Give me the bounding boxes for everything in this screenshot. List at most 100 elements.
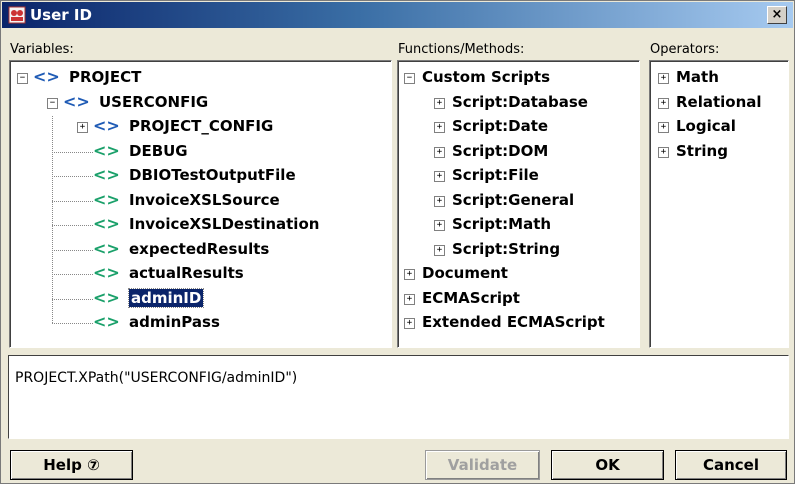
expression-text: PROJECT.XPath("USERCONFIG/adminID"): [15, 370, 298, 386]
function-label: Script:Date: [452, 117, 549, 135]
expand-toggle-icon[interactable]: +: [404, 293, 415, 305]
variable-icon: <>: [93, 214, 120, 233]
variable-icon: <>: [93, 189, 120, 209]
variable-label: adminPass: [129, 313, 220, 331]
variables-tree-panel[interactable]: − <> PROJECT − <> USERCONFIG + <> PROJECT_CONFIG…: [9, 60, 392, 348]
variable-label: expectedResults: [129, 239, 270, 258]
function-label: Extended ECMAScript: [422, 313, 605, 331]
variable-label: actualResults: [129, 264, 244, 282]
expression-textarea[interactable]: PROJECT.XPath("USERCONFIG/adminID"): [8, 355, 789, 439]
variables-tree-node[interactable]: <> DEBUG: [10, 141, 390, 163]
operators-tree-node[interactable]: + Math: [650, 67, 786, 89]
expand-toggle-icon[interactable]: +: [658, 122, 669, 133]
tree-connector: [52, 225, 93, 226]
functions-tree-node[interactable]: + Document: [398, 263, 638, 285]
functions-tree-node[interactable]: + Script:Date: [398, 116, 638, 138]
expand-toggle-icon[interactable]: +: [404, 269, 415, 280]
variables-tree-node[interactable]: <> expectedResults: [10, 239, 390, 261]
operators-tree-node[interactable]: + Logical: [650, 116, 786, 138]
expand-toggle-icon[interactable]: +: [658, 146, 669, 158]
variables-tree-node[interactable]: <> InvoiceXSLSource: [10, 190, 390, 212]
functions-tree-node[interactable]: + Script:File: [398, 165, 638, 187]
function-label: Script:Math: [452, 215, 552, 233]
variable-icon: <>: [33, 67, 60, 86]
expand-toggle-icon[interactable]: +: [404, 318, 415, 329]
variables-tree-node[interactable]: <> adminID: [10, 287, 390, 310]
help-button[interactable]: Help ⑦: [10, 450, 133, 480]
operators-label: Operators:: [650, 42, 720, 57]
functions-tree-node[interactable]: + ECMAScript: [398, 288, 638, 310]
ok-button[interactable]: OK: [551, 450, 664, 480]
expand-toggle-icon[interactable]: +: [434, 244, 445, 256]
app-icon: [8, 6, 26, 24]
collapse-toggle-icon[interactable]: −: [47, 97, 58, 109]
tree-connector: [52, 274, 93, 275]
tree-connector: [52, 249, 93, 251]
functions-label: Functions/Methods:: [398, 42, 525, 57]
variable-label: InvoiceXSLDestination: [129, 215, 320, 233]
functions-tree-node[interactable]: + Extended ECMAScript: [398, 312, 638, 334]
close-button[interactable]: ×: [767, 6, 787, 24]
collapse-toggle-icon[interactable]: −: [17, 73, 28, 84]
variables-tree-node[interactable]: <> actualResults: [10, 263, 390, 285]
expand-toggle-icon[interactable]: +: [434, 146, 445, 158]
variable-label: PROJECT: [69, 68, 142, 86]
variable-label: adminID: [127, 287, 205, 308]
close-icon: ×: [771, 7, 783, 22]
functions-tree-node[interactable]: + Script:DOM: [398, 141, 638, 163]
expand-toggle-icon[interactable]: +: [658, 97, 669, 109]
function-label: Document: [422, 264, 508, 282]
variable-icon: <>: [93, 238, 120, 258]
functions-tree-node[interactable]: + Script:String: [398, 239, 638, 261]
expand-toggle-icon[interactable]: +: [434, 122, 445, 133]
variable-icon: <>: [93, 116, 120, 135]
collapse-toggle-icon[interactable]: −: [404, 73, 415, 84]
tree-connector: [52, 323, 93, 324]
variable-icon: <>: [63, 91, 90, 111]
variable-label: USERCONFIG: [99, 92, 209, 111]
variables-tree-node[interactable]: <> InvoiceXSLDestination: [10, 214, 390, 236]
expand-toggle-icon[interactable]: +: [434, 220, 445, 231]
functions-tree-panel[interactable]: − Custom Scripts + Script:Database + Script:D…: [397, 60, 640, 348]
function-label: Custom Scripts: [422, 68, 551, 86]
tree-connector: [52, 298, 93, 300]
variable-icon: <>: [93, 287, 120, 307]
window-title: User ID: [30, 6, 92, 24]
functions-tree-node[interactable]: − Custom Scripts: [398, 67, 638, 89]
expand-toggle-icon[interactable]: +: [434, 171, 445, 182]
tree-connector: [52, 116, 53, 323]
expand-toggle-icon[interactable]: +: [77, 122, 88, 133]
expand-toggle-icon[interactable]: +: [658, 73, 669, 84]
variables-tree-node[interactable]: <> adminPass: [10, 312, 390, 334]
expand-toggle-icon[interactable]: +: [434, 97, 445, 109]
function-label: Script:DOM: [452, 141, 549, 160]
variables-label: Variables:: [10, 42, 74, 57]
variables-tree-node[interactable]: − <> PROJECT: [10, 67, 390, 89]
operator-label: Logical: [676, 117, 736, 135]
user-id-dialog: User ID × Variables: Functions/Methods: …: [0, 0, 795, 484]
variables-tree-node[interactable]: − <> USERCONFIG: [10, 92, 390, 114]
variable-icon: <>: [93, 140, 120, 160]
functions-tree-node[interactable]: + Script:Math: [398, 214, 638, 236]
validate-button: Validate: [425, 450, 540, 480]
operators-tree-node[interactable]: + String: [650, 141, 786, 163]
variables-tree-node[interactable]: <> DBIOTestOutputFile: [10, 165, 390, 187]
operators-tree-node[interactable]: + Relational: [650, 92, 786, 114]
variable-icon: <>: [93, 165, 120, 184]
tree-connector: [52, 151, 93, 153]
functions-tree-node[interactable]: + Script:General: [398, 190, 638, 212]
functions-tree-node[interactable]: + Script:Database: [398, 92, 638, 114]
variable-icon: <>: [93, 263, 120, 282]
expand-toggle-icon[interactable]: +: [434, 195, 445, 207]
cancel-button[interactable]: Cancel: [675, 450, 787, 480]
function-label: Script:General: [452, 190, 575, 209]
function-label: Script:File: [452, 166, 539, 184]
variable-label: InvoiceXSLSource: [129, 190, 280, 209]
operators-tree-panel[interactable]: + Math + Relational + Logical + String: [649, 60, 789, 348]
title-bar[interactable]: User ID ×: [2, 2, 793, 28]
tree-connector: [52, 200, 93, 202]
variable-label: DEBUG: [129, 141, 188, 160]
operator-label: Relational: [676, 92, 762, 111]
variables-tree-node[interactable]: + <> PROJECT_CONFIG: [10, 116, 390, 138]
variable-label: DBIOTestOutputFile: [129, 166, 296, 184]
